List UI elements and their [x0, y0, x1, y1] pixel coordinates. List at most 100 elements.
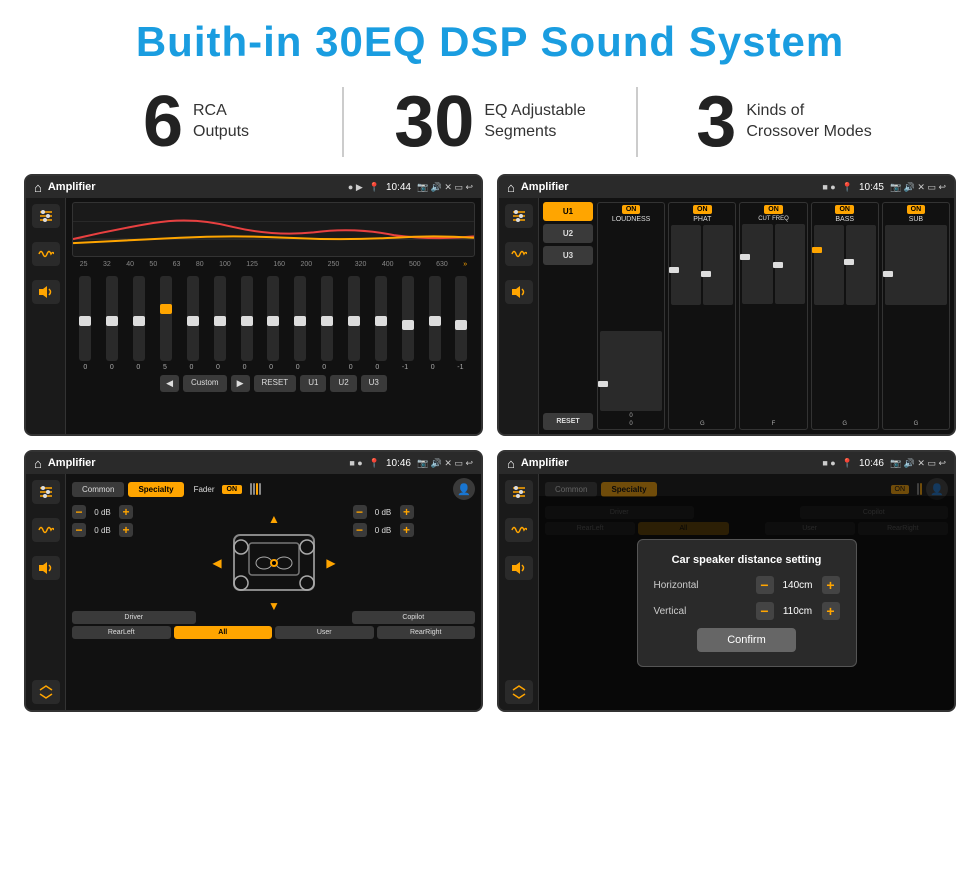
eq-slider-3[interactable]	[160, 276, 172, 361]
sidebar-btn-eq4[interactable]	[505, 480, 533, 504]
fader-bottom-btns2: RearLeft All User RearRight	[72, 626, 475, 639]
eq-u2-btn[interactable]: U2	[330, 375, 356, 392]
eq-slider-10[interactable]	[348, 276, 360, 361]
vol-plus-3[interactable]: +	[400, 505, 414, 519]
dialog-vertical-minus[interactable]: −	[756, 602, 774, 620]
channel-on-sub[interactable]: ON	[907, 205, 926, 214]
btn-driver[interactable]: Driver	[72, 611, 196, 624]
home-icon-4[interactable]: ⌂	[507, 456, 515, 471]
preset-u1[interactable]: U1	[543, 202, 593, 221]
tab-specialty-3[interactable]: Specialty	[128, 482, 183, 497]
vol-value-1: 0 dB	[90, 508, 115, 517]
eq-prev-btn[interactable]: ◀	[160, 375, 179, 392]
sidebar-btn-expand4[interactable]	[505, 680, 533, 704]
home-icon-1[interactable]: ⌂	[34, 180, 42, 195]
vol-minus-1[interactable]: −	[72, 505, 86, 519]
tab-specialty-4: Specialty	[601, 482, 656, 497]
sidebar-btn-wave[interactable]	[32, 242, 60, 266]
sidebar-btn-expand3[interactable]	[32, 680, 60, 704]
eq-slider-12[interactable]	[402, 276, 414, 361]
vol-minus-4[interactable]: −	[353, 523, 367, 537]
vol-minus-3[interactable]: −	[353, 505, 367, 519]
sidebar-btn-vol[interactable]	[32, 280, 60, 304]
time-1: 10:44	[386, 182, 411, 193]
eq-slider-5[interactable]	[214, 276, 226, 361]
dialog-box: Car speaker distance setting Horizontal …	[637, 539, 857, 667]
car-diagram: ▲ ▼ ◀ ▶	[199, 505, 349, 605]
channel-sub: ON SUB G	[882, 202, 950, 430]
sidebar-btn-eq2[interactable]	[505, 204, 533, 228]
eq-slider-2[interactable]	[133, 276, 145, 361]
sidebar-btn-vol3[interactable]	[32, 556, 60, 580]
eq-slider-14[interactable]	[455, 276, 467, 361]
confirm-button[interactable]: Confirm	[697, 628, 796, 652]
left-sidebar-3	[26, 474, 66, 710]
sidebar-btn-wave2[interactable]	[505, 242, 533, 266]
vol-row-3: − 0 dB +	[353, 505, 476, 519]
channel-name-phat: PHAT	[693, 216, 711, 223]
s3-volume-controls: − 0 dB + − 0 dB +	[72, 505, 195, 605]
dialog-overlay: Car speaker distance setting Horizontal …	[539, 496, 954, 710]
sidebar-btn-vol2[interactable]	[505, 280, 533, 304]
preset-u2[interactable]: U2	[543, 224, 593, 243]
dialog-vertical-control: − 110cm +	[756, 602, 840, 620]
eq-reset-btn[interactable]: RESET	[254, 375, 297, 392]
vol-plus-1[interactable]: +	[119, 505, 133, 519]
home-icon-2[interactable]: ⌂	[507, 180, 515, 195]
dialog-vertical-plus[interactable]: +	[822, 602, 840, 620]
channel-on-phat[interactable]: ON	[693, 205, 712, 214]
channel-on-cutfreq[interactable]: ON	[764, 205, 783, 214]
status-bar-4: ⌂ Amplifier ■ ● 📍 10:46 📷 🔊 ✕ ▭ ↩	[499, 452, 954, 474]
sidebar-btn-vol4[interactable]	[505, 556, 533, 580]
eq-u3-btn[interactable]: U3	[361, 375, 387, 392]
svg-text:◀: ◀	[212, 556, 222, 570]
channel-on-loudness[interactable]: ON	[622, 205, 641, 214]
eq-preset-custom[interactable]: Custom	[183, 375, 227, 392]
sidebar-btn-wave4[interactable]	[505, 518, 533, 542]
eq-next-btn[interactable]: ▶	[231, 375, 250, 392]
sidebar-btn-eq[interactable]	[32, 204, 60, 228]
dialog-horizontal-plus[interactable]: +	[822, 576, 840, 594]
tab-common-3[interactable]: Common	[72, 482, 124, 497]
btn-all[interactable]: All	[174, 626, 273, 639]
channel-phat: ON PHAT G	[668, 202, 736, 430]
extra-icons-2: 📷 🔊 ✕ ▭ ↩	[890, 182, 946, 193]
eq-slider-9[interactable]	[321, 276, 333, 361]
eq-slider-4[interactable]	[187, 276, 199, 361]
preset-u3[interactable]: U3	[543, 246, 593, 265]
home-icon-3[interactable]: ⌂	[34, 456, 42, 471]
vol-row-1: − 0 dB +	[72, 505, 195, 519]
user-icon-3[interactable]: 👤	[453, 478, 475, 500]
btn-user[interactable]: User	[275, 626, 374, 639]
s3-body: − 0 dB + − 0 dB +	[72, 505, 475, 605]
eq-slider-13[interactable]	[429, 276, 441, 361]
fader-on-badge[interactable]: ON	[222, 485, 243, 494]
eq-slider-1[interactable]	[106, 276, 118, 361]
sidebar-btn-wave3[interactable]	[32, 518, 60, 542]
vol-minus-2[interactable]: −	[72, 523, 86, 537]
eq-slider-6[interactable]	[241, 276, 253, 361]
dialog-vertical-value: 110cm	[778, 606, 818, 617]
vol-plus-2[interactable]: +	[119, 523, 133, 537]
time-3: 10:46	[386, 458, 411, 469]
stat-divider-1	[342, 87, 344, 157]
fader-label: Fader	[194, 485, 215, 494]
btn-copilot[interactable]: Copilot	[352, 611, 476, 624]
btn-rearright[interactable]: RearRight	[377, 626, 476, 639]
eq-slider-8[interactable]	[294, 276, 306, 361]
dialog-horizontal-value: 140cm	[778, 580, 818, 591]
time-2: 10:45	[859, 182, 884, 193]
eq-u1-btn[interactable]: U1	[300, 375, 326, 392]
vol-plus-4[interactable]: +	[400, 523, 414, 537]
sidebar-btn-eq3[interactable]	[32, 480, 60, 504]
btn-rearleft[interactable]: RearLeft	[72, 626, 171, 639]
time-4: 10:46	[859, 458, 884, 469]
channel-on-bass[interactable]: ON	[835, 205, 854, 214]
dialog-horizontal-minus[interactable]: −	[756, 576, 774, 594]
eq-slider-11[interactable]	[375, 276, 387, 361]
reset-btn[interactable]: RESET	[543, 413, 593, 430]
eq-slider-0[interactable]	[79, 276, 91, 361]
eq-slider-7[interactable]	[267, 276, 279, 361]
channel-cutfreq: ON CUT FREQ F	[739, 202, 807, 430]
eq-sliders	[72, 271, 475, 361]
